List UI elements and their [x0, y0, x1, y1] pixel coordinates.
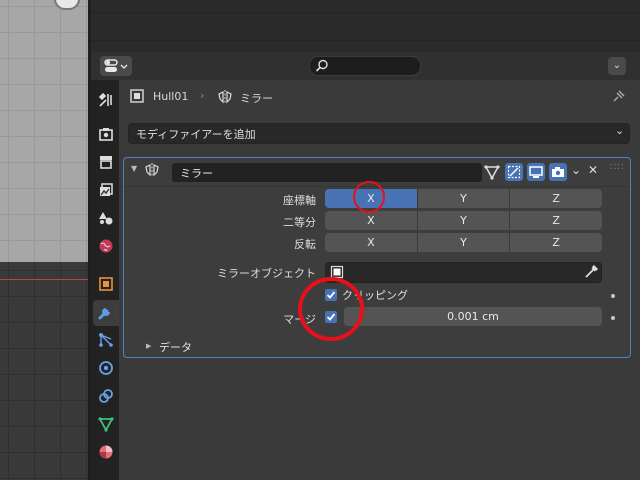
breadcrumb: Hull01 › ミラー — [119, 86, 640, 108]
flip-y-toggle[interactable]: Y — [416, 233, 510, 252]
bisect-x-toggle[interactable]: X — [325, 211, 417, 230]
mirror-object-label: ミラーオブジェクト — [217, 267, 316, 280]
chevron-down-icon: ⌄ — [615, 124, 625, 137]
modifier-properties-panel: Hull01 › ミラー モディファイアーを追加 ⌄ ▼ ミラー ⌄ ✕ ∷∷ … — [119, 80, 640, 480]
material-icon — [98, 444, 114, 463]
camera-icon[interactable] — [549, 163, 567, 181]
scene-icon — [98, 210, 114, 229]
3d-viewport[interactable] — [0, 0, 88, 480]
tab-object[interactable] — [93, 272, 119, 298]
modifier-name-value: ミラー — [180, 167, 213, 180]
modifier-icon — [217, 89, 233, 108]
data-section-arrow[interactable]: ▶ — [146, 342, 151, 350]
close-icon[interactable]: ✕ — [588, 163, 598, 177]
search-icon — [315, 59, 329, 76]
viewport-icon[interactable] — [527, 163, 545, 181]
tab-scene[interactable] — [93, 206, 119, 232]
data-section-label[interactable]: データ — [159, 339, 192, 355]
flip-label: 反転 — [294, 238, 316, 251]
add-modifier-dropdown[interactable]: モディファイアーを追加 ⌄ — [128, 123, 630, 144]
object-data-icon — [130, 89, 144, 106]
tab-world[interactable] — [93, 234, 119, 260]
highlight-ring-axis-x — [353, 181, 385, 213]
axis-y-toggle[interactable]: Y — [416, 189, 510, 208]
bisect-label: 二等分 — [283, 216, 316, 229]
outliner-separator — [91, 12, 640, 13]
viewport-grid-bottom — [0, 262, 88, 480]
collapse-arrow-icon[interactable]: ▼ — [131, 164, 137, 173]
tab-constraints[interactable] — [93, 384, 119, 410]
tab-particles[interactable] — [93, 328, 119, 354]
editor-type-icon — [104, 59, 128, 76]
axis-z-toggle[interactable]: Z — [509, 189, 602, 208]
data-icon — [98, 416, 114, 435]
editmode-icon[interactable] — [484, 164, 500, 180]
constraints-icon — [98, 388, 114, 407]
tab-render[interactable] — [93, 122, 119, 148]
view-layer-icon — [98, 182, 114, 201]
onCage-icon[interactable] — [505, 163, 523, 181]
flip-z-toggle[interactable]: Z — [509, 233, 602, 252]
tab-tool[interactable] — [93, 88, 119, 114]
bisect-z-toggle[interactable]: Z — [509, 211, 602, 230]
tool-icon — [98, 92, 114, 111]
eyedropper-icon[interactable] — [584, 264, 599, 282]
mirror-modifier-icon — [144, 162, 160, 181]
tab-output[interactable] — [93, 150, 119, 176]
axis-label: 座標軸 — [283, 194, 316, 207]
object-icon — [98, 276, 114, 295]
outliner-area — [91, 0, 640, 52]
tab-modifiers[interactable] — [93, 300, 119, 326]
merge-label: マージ — [283, 313, 316, 326]
mirror-object-field[interactable] — [325, 262, 602, 283]
modifier-name-field[interactable]: ミラー — [172, 163, 482, 182]
add-modifier-label: モディファイアーを追加 — [136, 128, 256, 141]
highlight-ring-merge — [298, 277, 364, 341]
tab-view-layer[interactable] — [93, 178, 119, 204]
bisect-y-toggle[interactable]: Y — [416, 211, 510, 230]
merge-keyframe-dot[interactable] — [611, 316, 615, 320]
pin-icon[interactable] — [612, 89, 626, 106]
flip-toggle-group: X Y Z — [325, 233, 602, 252]
particles-icon — [98, 332, 114, 351]
merge-distance-field[interactable]: 0.001 cm — [344, 307, 602, 326]
bisect-toggle-group: X Y Z — [325, 211, 602, 230]
header-options-dropdown[interactable]: ⌄ — [608, 57, 626, 75]
physics-icon — [98, 360, 114, 379]
wrench-icon — [98, 304, 114, 323]
breadcrumb-separator: › — [200, 89, 205, 102]
drag-handle-icon[interactable]: ∷∷ — [610, 162, 625, 173]
tab-material[interactable] — [93, 440, 119, 466]
x-axis-line — [0, 279, 88, 280]
properties-tabs — [91, 80, 119, 480]
world-icon — [98, 238, 114, 257]
breadcrumb-modifier-name: ミラー — [240, 92, 273, 105]
viewport-grid-top — [0, 0, 88, 262]
tab-data[interactable] — [93, 412, 119, 438]
tab-physics[interactable] — [93, 356, 119, 382]
render-icon — [98, 126, 114, 145]
breadcrumb-object-name: Hull01 — [153, 90, 189, 103]
outliner-separator — [91, 40, 640, 41]
properties-header: ⌄ — [91, 53, 640, 79]
output-icon — [98, 154, 114, 173]
modifier-options-chevron[interactable]: ⌄ — [571, 163, 581, 177]
flip-x-toggle[interactable]: X — [325, 233, 417, 252]
editor-type-button[interactable] — [100, 56, 132, 76]
search-input[interactable] — [309, 56, 421, 76]
clipping-keyframe-dot[interactable] — [611, 294, 615, 298]
